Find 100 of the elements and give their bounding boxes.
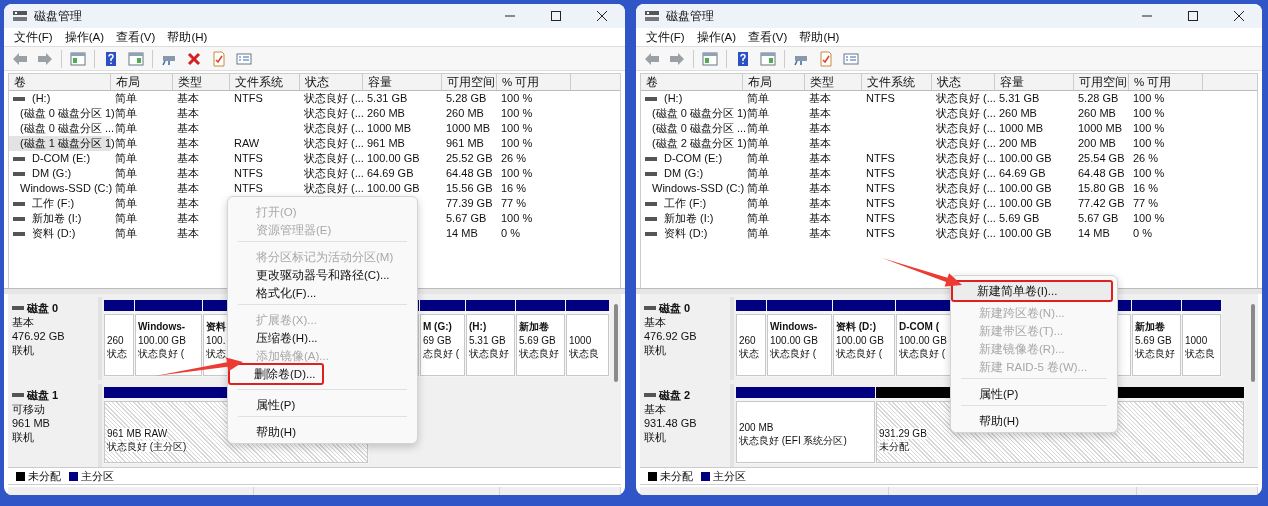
partition-status: 状态良好 ( — [899, 348, 946, 359]
volume-name: 资料 (D:) — [663, 226, 708, 241]
table-cell-text: 5.67 GB — [1077, 211, 1120, 226]
table-cell-text: 100 % — [500, 136, 534, 151]
volume-name: 工作 (F:) — [663, 196, 707, 211]
table-cell-text: NTFS — [865, 166, 896, 181]
partition-size: 1000 — [569, 334, 592, 346]
disk-name: 磁盘 2 — [659, 388, 691, 402]
partition-name: 新加卷 — [519, 321, 549, 332]
table-cell-text: 14 MB — [1077, 226, 1111, 241]
table-cell-text: 简单 — [746, 91, 770, 106]
partition-size: 100.00 GB — [836, 334, 884, 346]
table-cell-text: 14 MB — [445, 226, 479, 241]
table-cell-text: 基本 — [176, 211, 200, 226]
table-cell-text: 1000 MB — [445, 121, 492, 136]
partition-size: 100. — [206, 334, 226, 346]
table-cell-text: 基本 — [176, 136, 200, 151]
table-cell-text: 100 % — [500, 211, 534, 226]
table-cell-text: 961 MB — [366, 136, 406, 151]
table-cell-text: 简单 — [114, 91, 138, 106]
table-cell-text: 简单 — [114, 211, 138, 226]
table-cell-text: 64.69 GB — [998, 166, 1047, 181]
legend-label: 主分区 — [713, 468, 746, 484]
window-title: 磁盘管理 — [34, 7, 82, 25]
table-cell-text: 200 MB — [998, 136, 1038, 151]
table-cell-text: 状态良好 (... — [303, 106, 363, 121]
disk-type: 基本 — [644, 402, 667, 416]
table-cell-text: 5.31 GB — [366, 91, 409, 106]
partition-status: 状态良 — [1185, 348, 1215, 359]
table-cell-text: 状态良好 (... — [935, 196, 995, 211]
window-title: 磁盘管理 — [666, 7, 714, 25]
partition-status: 状态良好 — [519, 348, 559, 359]
partition-status: 状态良好 — [1135, 348, 1175, 359]
disk-name: 磁盘 0 — [659, 301, 691, 315]
table-cell-text: 简单 — [746, 166, 770, 181]
partition-name: 资料 — [206, 321, 226, 332]
table-cell-text: 100 % — [500, 91, 534, 106]
partition-size: 5.69 GB — [1135, 334, 1172, 346]
table-cell-text: 简单 — [114, 151, 138, 166]
table-cell-text: 5.28 GB — [1077, 91, 1120, 106]
table-cell-text: NTFS — [865, 91, 896, 106]
partition-status: 状态良好 (主分区) — [107, 441, 187, 452]
table-cell-text: NTFS — [233, 181, 264, 196]
partition-status: 状态 — [206, 348, 226, 359]
table-cell-text: 基本 — [176, 226, 200, 241]
table-cell-text: NTFS — [865, 181, 896, 196]
disk-size: 961 MB — [12, 416, 51, 430]
volume-name: (H:) — [31, 91, 51, 106]
table-cell-text: 5.67 GB — [445, 211, 488, 226]
partition-name: 资料 (D:) — [836, 321, 876, 332]
table-cell-text: 100 % — [1132, 166, 1166, 181]
table-cell-text: 15.80 GB — [1077, 181, 1126, 196]
table-cell-text: 100 % — [1132, 121, 1166, 136]
table-cell-text: 0 % — [500, 226, 521, 241]
legend-label: 未分配 — [660, 468, 693, 484]
disk-type: 基本 — [12, 315, 35, 329]
table-cell-text: 状态良好 (... — [935, 211, 995, 226]
partition-status: 状态良好 ( — [770, 348, 817, 359]
table-cell-text: 基本 — [808, 181, 832, 196]
table-cell-text: 77 % — [500, 196, 528, 211]
table-cell-text: 状态良好 (... — [935, 151, 995, 166]
table-cell-text: 16 % — [1132, 181, 1160, 196]
disk-type: 基本 — [644, 315, 667, 329]
table-cell-text: 状态良好 (... — [303, 121, 363, 136]
table-cell-text: 基本 — [808, 166, 832, 181]
volume-name: (H:) — [663, 91, 683, 106]
table-cell-text: 状态良好 (... — [303, 166, 363, 181]
volume-name: 资料 (D:) — [31, 226, 76, 241]
table-cell-text: 基本 — [176, 106, 200, 121]
table-cell-text: 260 MB — [366, 106, 406, 121]
volume-name: DM (G:) — [31, 166, 72, 181]
partition-status: 状态 — [739, 348, 759, 359]
table-cell-text: 基本 — [176, 196, 200, 211]
table-cell-text: 状态良好 (... — [935, 136, 995, 151]
disk-name: 磁盘 1 — [27, 388, 59, 402]
partition-size: 931.29 GB — [879, 427, 927, 439]
legend-label: 主分区 — [81, 468, 114, 484]
partition-status: 状态良好 ( — [138, 348, 185, 359]
table-cell-text: 16 % — [500, 181, 528, 196]
table-cell-text: 基本 — [808, 91, 832, 106]
partition-size: 5.31 GB — [469, 334, 506, 346]
table-cell-text: 基本 — [176, 181, 200, 196]
table-cell-text: 100 % — [500, 166, 534, 181]
table-cell-text: 1000 MB — [1077, 121, 1124, 136]
table-cell-text: 1000 MB — [366, 121, 413, 136]
table-cell-text: 状态良好 (... — [935, 106, 995, 121]
table-cell-text: 77 % — [1132, 196, 1160, 211]
table-cell-text: 简单 — [114, 196, 138, 211]
partition-name: 新加卷 — [1135, 321, 1165, 332]
partition-size: 69 GB — [423, 334, 452, 346]
table-cell-text: 状态良好 (... — [935, 166, 995, 181]
table-cell-text: 简单 — [746, 181, 770, 196]
table-cell-text: 1000 MB — [998, 121, 1045, 136]
table-cell-text: 简单 — [114, 226, 138, 241]
table-cell-text: 简单 — [746, 196, 770, 211]
partition-name: Windows- — [138, 321, 186, 332]
disk-type: 可移动 — [12, 402, 46, 416]
table-cell-text: 基本 — [176, 151, 200, 166]
table-cell-text: 100 % — [1132, 91, 1166, 106]
table-cell-text: NTFS — [865, 226, 896, 241]
